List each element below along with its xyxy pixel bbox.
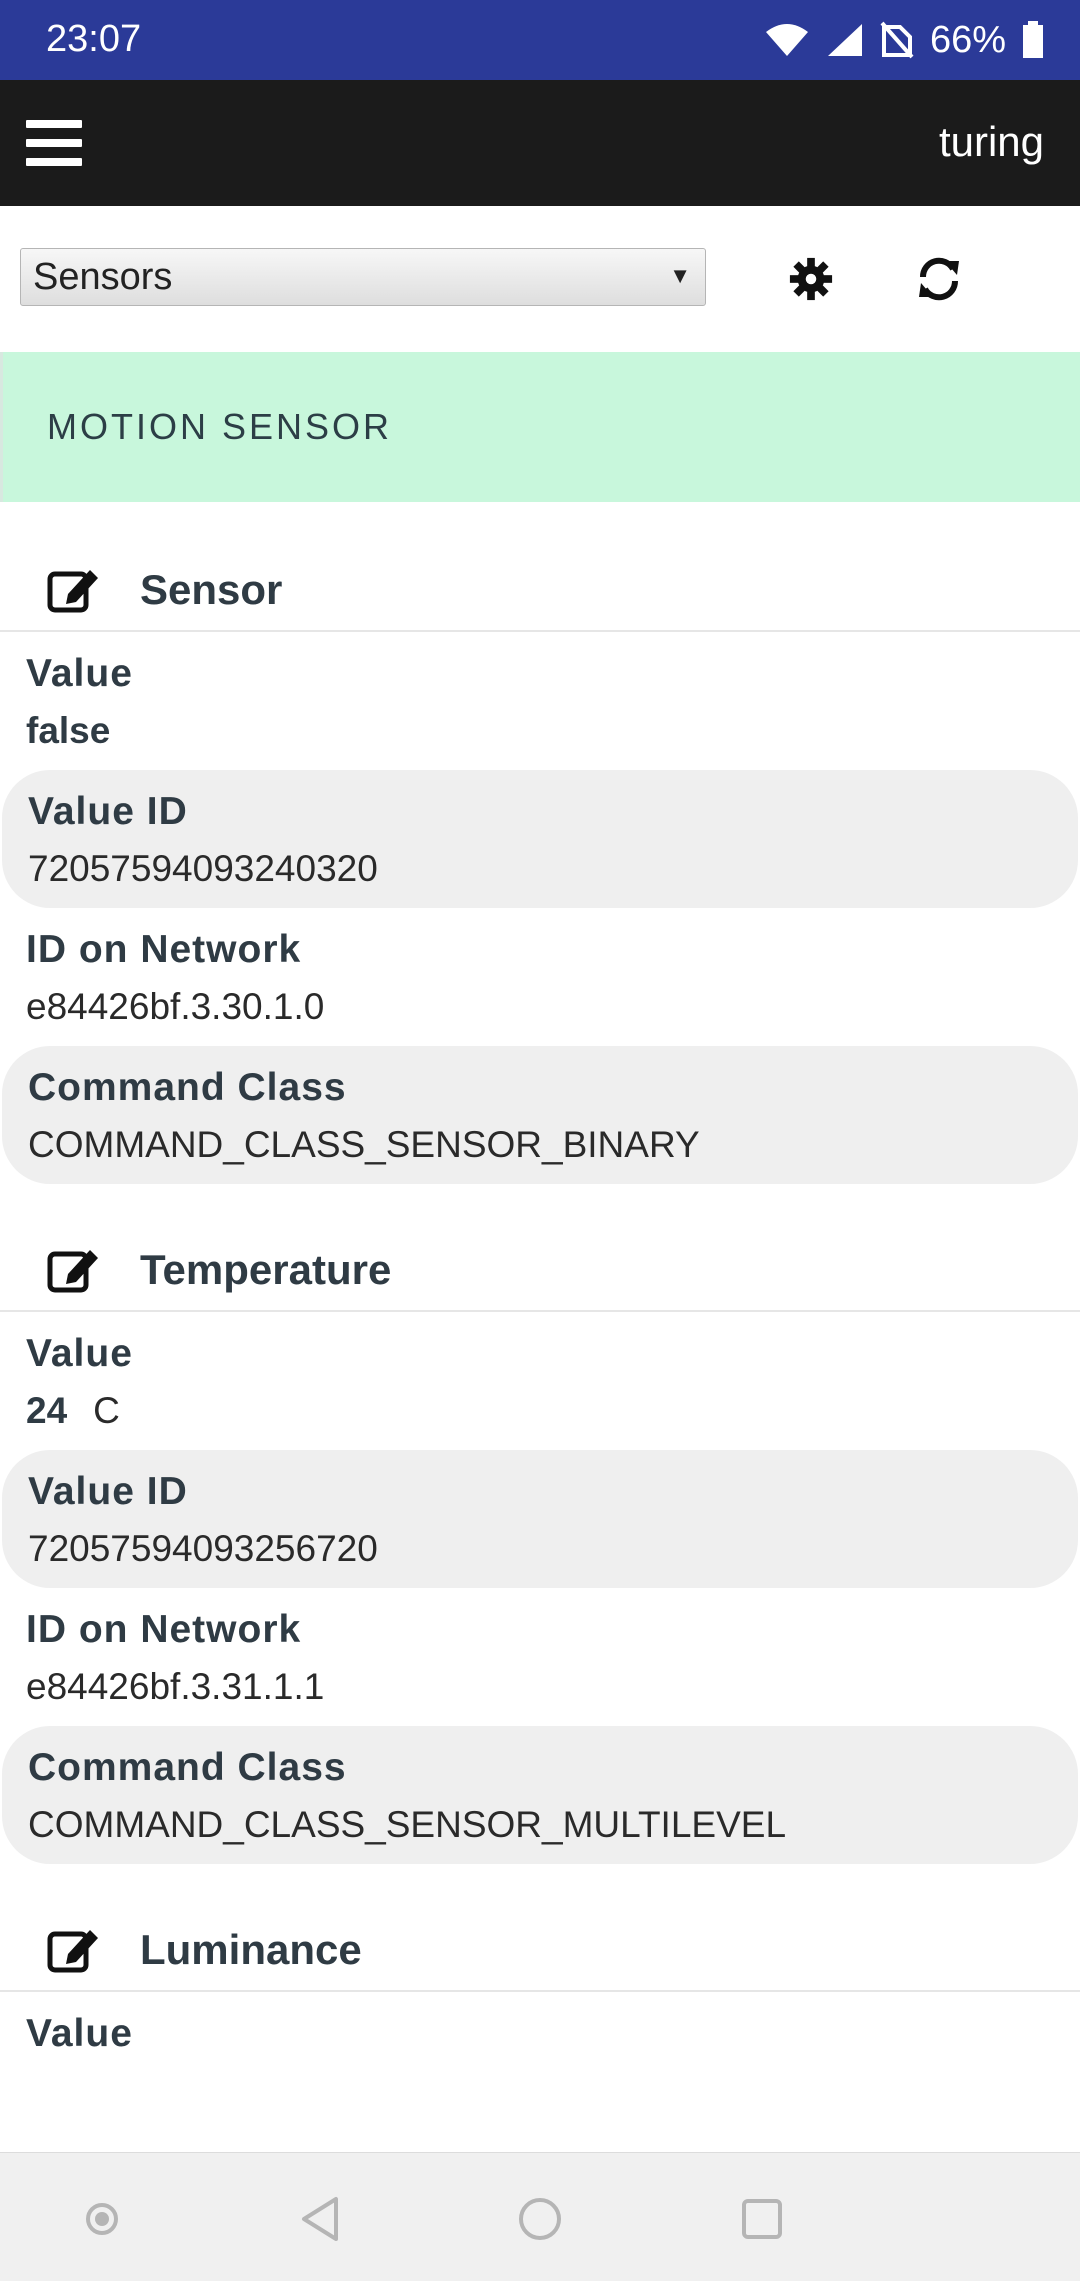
select-value: Sensors bbox=[33, 256, 173, 298]
value-id-label: Value ID bbox=[28, 1470, 188, 1513]
value-row: Value bbox=[0, 1992, 1080, 2074]
system-nav-bar bbox=[0, 2152, 1080, 2281]
command-class-label: Command Class bbox=[28, 1746, 347, 1789]
dropdown-arrow-icon: ▼ bbox=[669, 263, 691, 288]
content-area[interactable]: MOTION SENSOR Sensor Value false Value I… bbox=[0, 352, 1080, 2152]
value-label: Value bbox=[26, 652, 133, 695]
command-class-row: Command Class COMMAND_CLASS_SENSOR_BINAR… bbox=[2, 1046, 1078, 1184]
section-header: Luminance bbox=[0, 1910, 1080, 1992]
recents-button[interactable] bbox=[734, 2191, 790, 2247]
hamburger-menu-icon[interactable] bbox=[26, 120, 82, 168]
command-class-label: Command Class bbox=[28, 1066, 347, 1109]
section-title: Luminance bbox=[140, 1926, 362, 1973]
back-icon bbox=[302, 2197, 338, 2241]
command-class-row: Command Class COMMAND_CLASS_SENSOR_MULTI… bbox=[2, 1726, 1078, 1864]
home-button[interactable] bbox=[512, 2191, 568, 2247]
status-icons: 66% bbox=[764, 14, 1044, 66]
category-select[interactable]: Sensors ▼ bbox=[20, 248, 706, 306]
app-bar: turing bbox=[0, 80, 1080, 206]
command-class-text: COMMAND_CLASS_SENSOR_BINARY bbox=[28, 1124, 700, 1165]
value-id-text: 72057594093256720 bbox=[28, 1528, 378, 1569]
status-time: 23:07 bbox=[46, 18, 142, 60]
value-label: Value bbox=[26, 2012, 133, 2055]
value-id-row: Value ID 72057594093256720 bbox=[2, 1450, 1078, 1588]
no-sim-icon bbox=[880, 21, 914, 59]
edit-icon[interactable] bbox=[46, 564, 104, 616]
refresh-icon bbox=[919, 257, 959, 301]
network-id-label: ID on Network bbox=[26, 1608, 302, 1651]
section-header: Sensor bbox=[0, 550, 1080, 632]
cell-signal-icon bbox=[827, 24, 862, 56]
recents-icon bbox=[742, 2199, 782, 2239]
network-id-label: ID on Network bbox=[26, 928, 302, 971]
value-row: Value false bbox=[0, 632, 1080, 770]
value-row: Value 24 C bbox=[0, 1312, 1080, 1450]
command-class-text: COMMAND_CLASS_SENSOR_MULTILEVEL bbox=[28, 1804, 787, 1845]
section-title: Sensor bbox=[140, 566, 283, 613]
settings-button[interactable] bbox=[778, 246, 844, 312]
edit-icon[interactable] bbox=[46, 1244, 104, 1296]
section-title: Temperature bbox=[140, 1246, 392, 1293]
network-id-text: e84426bf.3.30.1.0 bbox=[26, 986, 325, 1027]
toolbar: Sensors ▼ bbox=[0, 206, 1080, 355]
wifi-icon bbox=[765, 24, 808, 56]
battery-percent: 66% bbox=[929, 18, 1006, 61]
value-section-sensor: Sensor Value false Value ID 720575940932… bbox=[0, 502, 1080, 1184]
network-id-row: ID on Network e84426bf.3.31.1.1 bbox=[0, 1588, 1080, 1726]
battery-icon bbox=[1023, 21, 1043, 58]
value-text: false bbox=[26, 710, 111, 751]
gear-icon bbox=[789, 257, 833, 301]
assistant-button[interactable] bbox=[74, 2191, 130, 2247]
value-label: Value bbox=[26, 1332, 133, 1375]
back-button[interactable] bbox=[292, 2191, 348, 2247]
network-id-row: ID on Network e84426bf.3.30.1.0 bbox=[0, 908, 1080, 1046]
section-header: Temperature bbox=[0, 1230, 1080, 1312]
value-section-luminance: Luminance Value bbox=[0, 1864, 1080, 2074]
value-text-row: 24 C bbox=[26, 1390, 1054, 1432]
value-id-row: Value ID 72057594093240320 bbox=[2, 770, 1078, 908]
value-id-label: Value ID bbox=[28, 790, 188, 833]
value-section-temperature: Temperature Value 24 C Value ID 720575940… bbox=[0, 1184, 1080, 1864]
app-title: turing bbox=[938, 118, 1044, 165]
value-unit: C bbox=[93, 1390, 120, 1431]
status-bar: 23:07 66% bbox=[0, 0, 1080, 80]
value-number: 24 bbox=[26, 1390, 68, 1431]
device-header: MOTION SENSOR bbox=[0, 352, 1080, 502]
edit-icon[interactable] bbox=[46, 1924, 104, 1976]
home-icon bbox=[519, 2198, 561, 2240]
refresh-button[interactable] bbox=[906, 246, 972, 312]
dot-icon bbox=[86, 2203, 118, 2235]
network-id-text: e84426bf.3.31.1.1 bbox=[26, 1666, 325, 1707]
value-id-text: 72057594093240320 bbox=[28, 848, 378, 889]
